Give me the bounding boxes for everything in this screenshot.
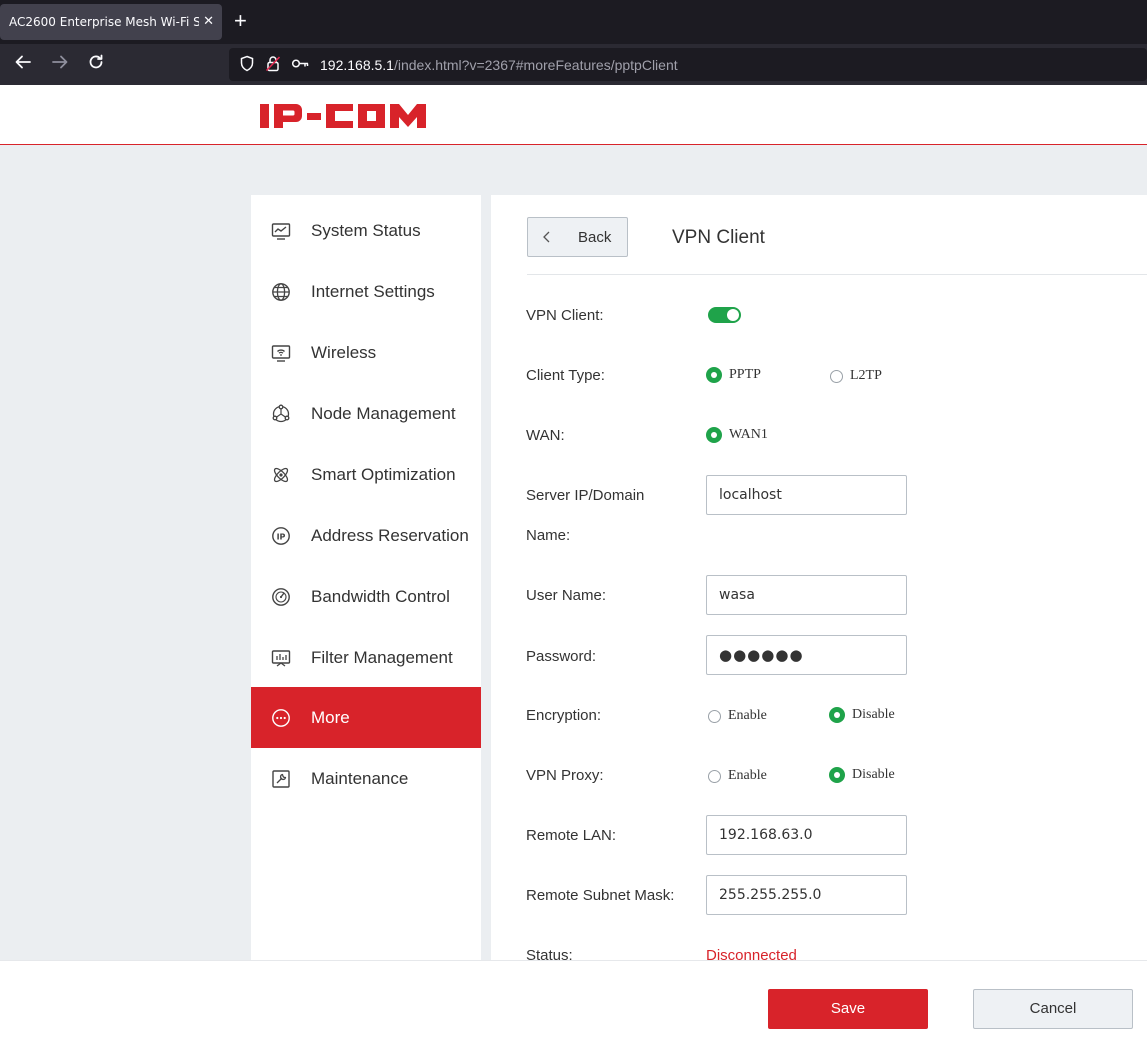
forward-arrow-icon[interactable] [51, 53, 69, 76]
board-icon [271, 648, 291, 668]
monitor-icon [271, 221, 291, 241]
url-text[interactable]: 192.168.5.1/index.html?v=2367#moreFeatur… [320, 57, 678, 73]
vpn-client-toggle[interactable] [708, 307, 741, 323]
ip-icon: IP [271, 526, 291, 546]
sidebar-item-system-status[interactable]: System Status [251, 200, 481, 261]
shield-icon[interactable] [239, 55, 255, 76]
password-label: Password: [526, 648, 597, 665]
sidebar-item-internet-settings[interactable]: Internet Settings [251, 261, 481, 322]
sidebar-item-label: Address Reservation [311, 525, 469, 545]
sidebar-item-bandwidth-control[interactable]: Bandwidth Control [251, 566, 481, 627]
back-button[interactable]: Back [527, 217, 628, 257]
username-input[interactable]: wasa [706, 575, 907, 615]
tab-title: AC2600 Enterprise Mesh Wi-Fi System [9, 15, 199, 29]
back-arrow-icon[interactable] [14, 53, 32, 76]
svg-text:IP: IP [277, 532, 286, 541]
save-button[interactable]: Save [768, 989, 928, 1029]
sidebar-item-label: Filter Management [311, 647, 453, 667]
browser-tab[interactable]: AC2600 Enterprise Mesh Wi-Fi System ✕ [0, 4, 222, 40]
node-icon [271, 404, 291, 424]
server-label-line2: Name: [526, 527, 571, 544]
more-icon [271, 708, 291, 728]
sidebar-item-label: Wireless [311, 342, 377, 362]
wan1-radio[interactable]: WAN1 [706, 427, 768, 443]
encryption-enable-radio[interactable]: Enable [708, 708, 767, 724]
new-tab-button[interactable]: + [234, 9, 247, 33]
remote-mask-label: Remote Subnet Mask: [526, 887, 675, 904]
insecure-lock-icon[interactable] [265, 55, 281, 76]
vpn-client-label: VPN Client: [526, 307, 604, 324]
sidebar-item-maintenance[interactable]: Maintenance [251, 748, 481, 809]
sidebar-item-label: System Status [311, 220, 421, 240]
remote-mask-input[interactable]: 255.255.255.0 [706, 875, 907, 915]
wan-label: WAN: [526, 427, 565, 444]
browser-nav-bar: 192.168.5.1/index.html?v=2367#moreFeatur… [0, 44, 1147, 85]
sidebar-item-more[interactable]: More [251, 687, 481, 748]
cancel-button[interactable]: Cancel [973, 989, 1133, 1029]
wifi-icon [271, 343, 291, 363]
username-label: User Name: [526, 587, 607, 604]
reload-icon[interactable] [87, 53, 105, 76]
proxy-disable-radio[interactable]: Disable [829, 767, 895, 783]
server-label-line1: Server IP/Domain [526, 487, 645, 504]
sidebar-item-node-management[interactable]: Node Management [251, 383, 481, 444]
key-icon[interactable] [291, 55, 309, 76]
app-header [0, 85, 1147, 145]
ip-com-logo [260, 103, 460, 134]
sidebar-item-label: Node Management [311, 403, 456, 423]
sidebar-item-wireless[interactable]: Wireless [251, 322, 481, 383]
vpn-client-panel: Back VPN Client VPN Client: Client Type:… [491, 195, 1147, 965]
password-input[interactable]: ●●●●●● [706, 635, 907, 675]
proxy-enable-radio[interactable]: Enable [708, 768, 767, 784]
remote-lan-label: Remote LAN: [526, 827, 617, 844]
browser-tab-bar: AC2600 Enterprise Mesh Wi-Fi System ✕ + [0, 0, 1147, 44]
page-title: VPN Client [672, 227, 765, 248]
back-button-label: Back [578, 229, 612, 246]
gauge-icon [271, 587, 291, 607]
sidebar-nav: System Status Internet Settings Wireless… [251, 195, 481, 965]
encryption-disable-radio[interactable]: Disable [829, 707, 895, 723]
sidebar-item-label: More [311, 707, 350, 727]
server-ip-input[interactable]: localhost [706, 475, 907, 515]
tab-close-icon[interactable]: ✕ [203, 13, 214, 29]
remote-lan-input[interactable]: 192.168.63.0 [706, 815, 907, 855]
encryption-label: Encryption: [526, 707, 602, 724]
title-divider [527, 274, 1147, 275]
sidebar-item-address-reservation[interactable]: IP Address Reservation [251, 505, 481, 566]
client-type-pptp-radio[interactable]: PPTP [706, 367, 761, 383]
chevron-left-icon [542, 228, 552, 250]
vpn-proxy-label: VPN Proxy: [526, 767, 604, 784]
sidebar-item-filter-management[interactable]: Filter Management [251, 627, 481, 688]
client-type-l2tp-radio[interactable]: L2TP [830, 368, 882, 384]
url-bar[interactable]: 192.168.5.1/index.html?v=2367#moreFeatur… [229, 48, 1147, 81]
action-footer: Save Cancel [0, 960, 1147, 1050]
sidebar-item-smart-optimization[interactable]: Smart Optimization [251, 444, 481, 505]
wrench-icon [271, 769, 291, 789]
globe-icon [271, 282, 291, 302]
sidebar-item-label: Bandwidth Control [311, 586, 450, 606]
atom-icon [271, 465, 291, 485]
client-type-label: Client Type: [526, 367, 605, 384]
sidebar-item-label: Maintenance [311, 768, 409, 788]
sidebar-item-label: Internet Settings [311, 281, 435, 301]
sidebar-item-label: Smart Optimization [311, 464, 456, 484]
